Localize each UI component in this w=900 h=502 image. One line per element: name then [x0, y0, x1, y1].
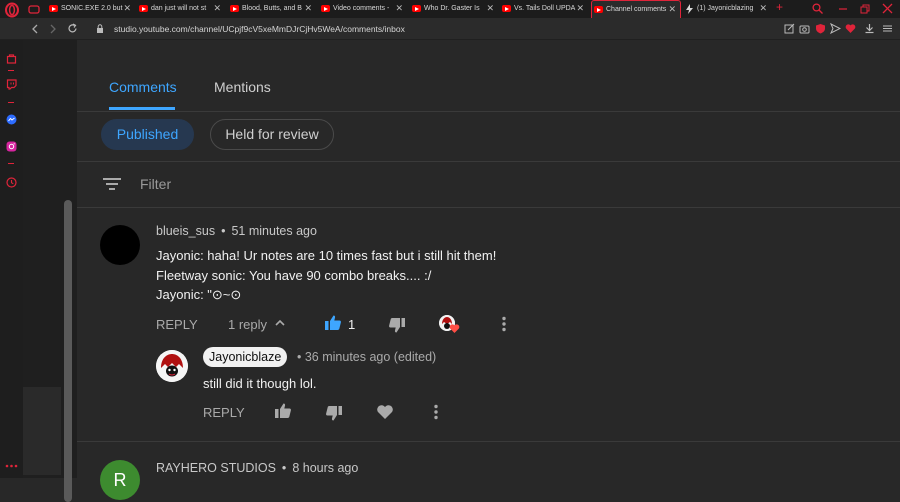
chevron-up-icon[interactable]: [274, 317, 286, 329]
heart-icon[interactable]: [845, 23, 856, 34]
youtube-favicon-icon: [139, 5, 148, 12]
filter-bar[interactable]: Filter: [77, 161, 900, 208]
lock-icon: [97, 24, 103, 33]
forward-arrow-icon[interactable]: [49, 24, 57, 34]
held-for-review-chip[interactable]: Held for review: [210, 119, 334, 150]
easy-setup-icon[interactable]: [882, 23, 893, 34]
reply-avatar[interactable]: [156, 350, 188, 382]
dislike-icon[interactable]: [325, 404, 343, 422]
youtube-favicon-icon: [49, 5, 58, 12]
more-options-icon[interactable]: [427, 403, 445, 421]
comment-author[interactable]: blueis_sus: [156, 224, 215, 238]
twitch-icon[interactable]: [6, 79, 17, 90]
reply-time[interactable]: 36 minutes ago (edited): [305, 350, 436, 364]
lightning-favicon-icon: [686, 4, 693, 14]
reply-text: still did it though lol.: [203, 376, 317, 391]
page-tabs: Comments Mentions: [77, 40, 900, 112]
comment-author[interactable]: RAYHERO STUDIOS: [156, 461, 276, 475]
close-tab-icon[interactable]: ✕: [759, 3, 767, 14]
close-window-icon[interactable]: [882, 3, 893, 14]
comment-time[interactable]: 51 minutes ago: [231, 224, 316, 238]
browser-tab[interactable]: Blood, Butts, and B ✕: [228, 0, 316, 18]
instagram-icon[interactable]: [6, 141, 17, 152]
download-icon[interactable]: [864, 23, 875, 34]
opera-sidebar: [0, 40, 23, 478]
comment-header: RAYHERO STUDIOS • 8 hours ago: [156, 461, 359, 475]
sidebar-divider: [8, 70, 14, 71]
browser-tab[interactable]: (1) Jayonicblazing ✕: [683, 0, 771, 18]
nav-scrollbar[interactable]: [64, 200, 72, 502]
youtube-favicon-icon: [230, 5, 239, 12]
close-tab-icon[interactable]: ✕: [123, 3, 131, 14]
more-options-icon[interactable]: [495, 315, 513, 333]
new-tab-button[interactable]: +: [776, 0, 783, 14]
youtube-favicon-icon: [412, 5, 421, 12]
commenter-avatar[interactable]: [100, 225, 140, 265]
reply-button[interactable]: REPLY: [156, 317, 198, 332]
like-filled-icon[interactable]: [324, 314, 342, 332]
url-field[interactable]: studio.youtube.com/channel/UCpjf9cV5xeMm…: [114, 24, 405, 34]
active-tab-indicator: [109, 107, 175, 110]
browser-tab[interactable]: SONIC.EXE 2.0 but ✕: [47, 0, 135, 18]
more-sidebar-icon[interactable]: [5, 464, 18, 468]
creator-heart-icon: [449, 324, 460, 333]
reply-button[interactable]: REPLY: [203, 405, 245, 420]
comment-divider: [77, 441, 900, 442]
tab-snapshot-icon[interactable]: [28, 3, 40, 15]
dislike-icon[interactable]: [388, 316, 406, 334]
camera-icon[interactable]: [799, 23, 810, 34]
browser-tab-active[interactable]: Channel comments ✕: [591, 0, 681, 18]
tab-comments[interactable]: Comments: [109, 79, 177, 95]
comment-text-line: Jayonic: "⊙~⊙: [156, 287, 242, 302]
back-arrow-icon[interactable]: [31, 24, 39, 34]
send-icon[interactable]: [830, 23, 841, 34]
close-tab-icon[interactable]: ✕: [576, 3, 584, 14]
search-tabs-icon[interactable]: [812, 3, 823, 14]
heart-outline-icon[interactable]: [376, 403, 394, 421]
close-tab-icon[interactable]: ✕: [395, 3, 403, 14]
youtube-favicon-icon: [502, 5, 511, 12]
sidebar-divider: [8, 163, 14, 164]
close-tab-icon[interactable]: ✕: [668, 4, 676, 15]
address-bar: studio.youtube.com/channel/UCpjf9cV5xeMm…: [0, 18, 900, 40]
close-tab-icon[interactable]: ✕: [213, 3, 221, 14]
youtube-favicon-icon: [321, 5, 330, 12]
published-chip[interactable]: Published: [101, 119, 194, 150]
browser-tab[interactable]: dan just will not st ✕: [137, 0, 225, 18]
commenter-avatar[interactable]: R: [100, 460, 140, 500]
minimize-icon[interactable]: [838, 4, 848, 14]
filter-input[interactable]: Filter: [140, 176, 171, 192]
close-tab-icon[interactable]: ✕: [486, 3, 494, 14]
comments-page: Comments Mentions Published Held for rev…: [77, 40, 900, 500]
sidebar-divider: [8, 102, 14, 103]
tab-mentions[interactable]: Mentions: [214, 79, 271, 95]
browser-tab[interactable]: Who Dr. Gaster Is ✕: [410, 0, 498, 18]
messenger-icon[interactable]: [6, 114, 17, 125]
restore-icon[interactable]: [860, 4, 870, 14]
shopping-icon[interactable]: [6, 53, 17, 64]
toggle-replies-button[interactable]: 1 reply: [228, 317, 267, 332]
like-icon[interactable]: [274, 402, 292, 420]
studio-nav-panel: [23, 40, 77, 502]
close-tab-icon[interactable]: ✕: [304, 3, 312, 14]
jayonic-avatar-icon: [156, 350, 188, 382]
edit-icon[interactable]: [784, 23, 795, 34]
filter-icon[interactable]: [102, 176, 122, 192]
channel-owner-badge[interactable]: Jayonicblaze: [203, 347, 288, 367]
comment-time[interactable]: 8 hours ago: [292, 461, 358, 475]
browser-tab[interactable]: Video comments - ✕: [319, 0, 407, 18]
opera-logo-icon[interactable]: [4, 2, 20, 18]
comment-text-line: Jayonic: haha! Ur notes are 10 times fas…: [156, 248, 497, 263]
nav-footer-block: [23, 387, 61, 475]
history-clock-icon[interactable]: [6, 177, 17, 188]
browser-tab[interactable]: Vs. Tails Doll UPDA ✕: [500, 0, 588, 18]
reload-icon[interactable]: [67, 23, 78, 34]
reply-meta: • 36 minutes ago (edited): [297, 350, 437, 364]
browser-tab-bar: SONIC.EXE 2.0 but ✕ dan just will not st…: [0, 0, 900, 18]
comment-header: blueis_sus • 51 minutes ago: [156, 224, 317, 238]
like-count: 1: [348, 317, 356, 332]
adblock-shield-icon[interactable]: [815, 23, 826, 34]
youtube-favicon-icon: [594, 6, 603, 13]
comment-text-line: Fleetway sonic: You have 90 combo breaks…: [156, 268, 432, 283]
